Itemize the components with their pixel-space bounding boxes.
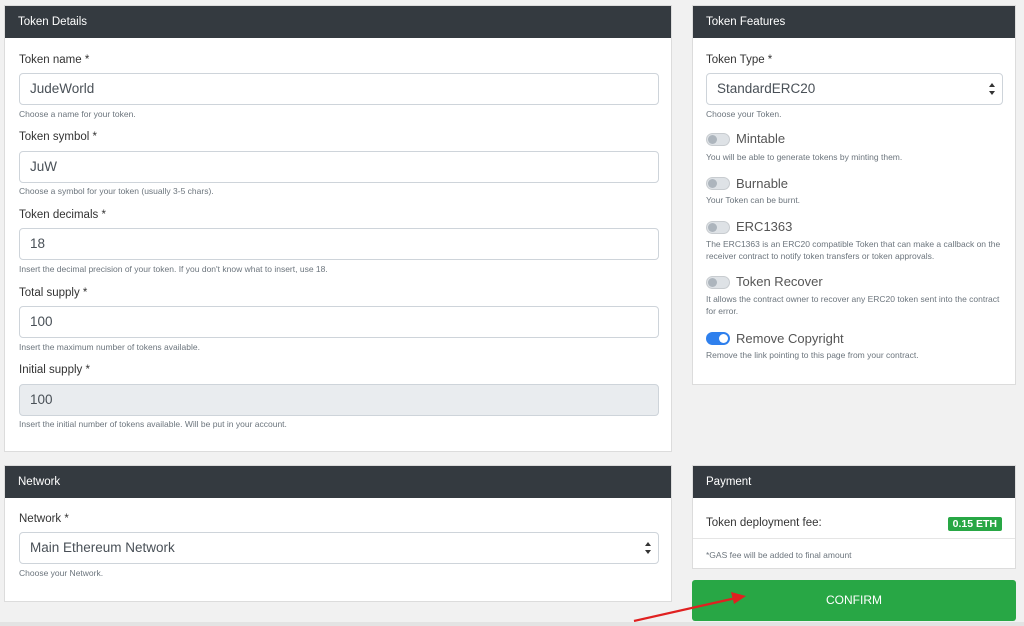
arrow-head xyxy=(731,592,746,604)
token-symbol-input[interactable]: JuW xyxy=(19,151,659,183)
toggle-knob xyxy=(708,278,717,287)
token-features-header: Token Features xyxy=(693,6,1015,38)
select-caret-icon xyxy=(645,542,652,554)
network-select[interactable]: Main Ethereum Network xyxy=(19,532,659,564)
network-card: Network Network * Main Ethereum Network … xyxy=(4,465,672,602)
token-type-help: Choose your Token. xyxy=(706,109,782,119)
remove-copyright-label: Remove Copyright xyxy=(736,331,844,346)
total-supply-label: Total supply * xyxy=(19,287,88,299)
token-decimals-label: Token decimals * xyxy=(19,209,106,221)
token-name-help: Choose a name for your token. xyxy=(19,109,136,119)
deployment-fee-label: Token deployment fee: xyxy=(706,517,822,529)
remove-copyright-toggle[interactable] xyxy=(706,332,730,345)
token-features-card: Token Features Token Type * StandardERC2… xyxy=(692,5,1016,385)
total-supply-input[interactable]: 100 xyxy=(19,306,659,338)
token-details-card: Token Details Token name * JudeWorld Cho… xyxy=(4,5,672,452)
token-recover-label: Token Recover xyxy=(736,274,823,289)
token-symbol-label: Token symbol * xyxy=(19,131,97,143)
token-type-select[interactable]: StandardERC20 xyxy=(706,73,1003,105)
mintable-toggle[interactable] xyxy=(706,133,730,146)
mintable-label: Mintable xyxy=(736,131,786,146)
token-name-label: Token name * xyxy=(19,54,90,66)
token-symbol-help: Choose a symbol for your token (usually … xyxy=(19,186,214,196)
burnable-toggle[interactable] xyxy=(706,177,730,190)
payment-divider xyxy=(693,538,1015,539)
remove-copyright-help: Remove the link pointing to this page fr… xyxy=(706,350,919,360)
initial-supply-input: 100 xyxy=(19,384,659,416)
erc1363-help-line1: The ERC1363 is an ERC20 compatible Token… xyxy=(706,239,1001,249)
token-name-input[interactable]: JudeWorld xyxy=(19,73,659,105)
network-label: Network * xyxy=(19,513,69,525)
token-type-value: StandardERC20 xyxy=(717,81,816,96)
mintable-help: You will be able to generate tokens by m… xyxy=(706,152,903,162)
page-bottom-strip xyxy=(0,622,1024,626)
total-supply-help: Insert the maximum number of tokens avai… xyxy=(19,342,200,352)
erc1363-label: ERC1363 xyxy=(736,219,793,234)
erc1363-toggle[interactable] xyxy=(706,221,730,234)
toggle-knob xyxy=(719,334,728,343)
initial-supply-label: Initial supply * xyxy=(19,364,90,376)
arrow-shaft xyxy=(633,596,737,623)
erc1363-help-line2: receiver contract to notify token transf… xyxy=(706,251,935,261)
burnable-label: Burnable xyxy=(736,176,789,191)
payment-header: Payment xyxy=(693,466,1015,498)
token-recover-help-line2: for error. xyxy=(706,306,739,316)
select-caret-icon xyxy=(989,83,996,95)
network-help: Choose your Network. xyxy=(19,568,104,578)
token-recover-help-line1: It allows the contract owner to recover … xyxy=(706,294,1000,304)
gas-fee-note: *GAS fee will be added to final amount xyxy=(706,550,852,560)
network-value: Main Ethereum Network xyxy=(30,540,175,555)
toggle-knob xyxy=(708,135,717,144)
network-header: Network xyxy=(5,466,671,498)
token-details-header: Token Details xyxy=(5,6,671,38)
payment-card: Payment Token deployment fee: 0.15 ETH *… xyxy=(692,465,1016,569)
token-decimals-input[interactable]: 18 xyxy=(19,228,659,260)
burnable-help: Your Token can be burnt. xyxy=(706,195,801,205)
token-type-label: Token Type * xyxy=(706,54,773,66)
token-decimals-help: Insert the decimal precision of your tok… xyxy=(19,264,328,274)
token-recover-toggle[interactable] xyxy=(706,276,730,289)
deployment-fee-badge: 0.15 ETH xyxy=(947,517,1002,531)
initial-supply-help: Insert the initial number of tokens avai… xyxy=(19,419,287,429)
toggle-knob xyxy=(708,223,717,232)
annotation-arrow-icon xyxy=(633,592,746,623)
toggle-knob xyxy=(708,179,717,188)
